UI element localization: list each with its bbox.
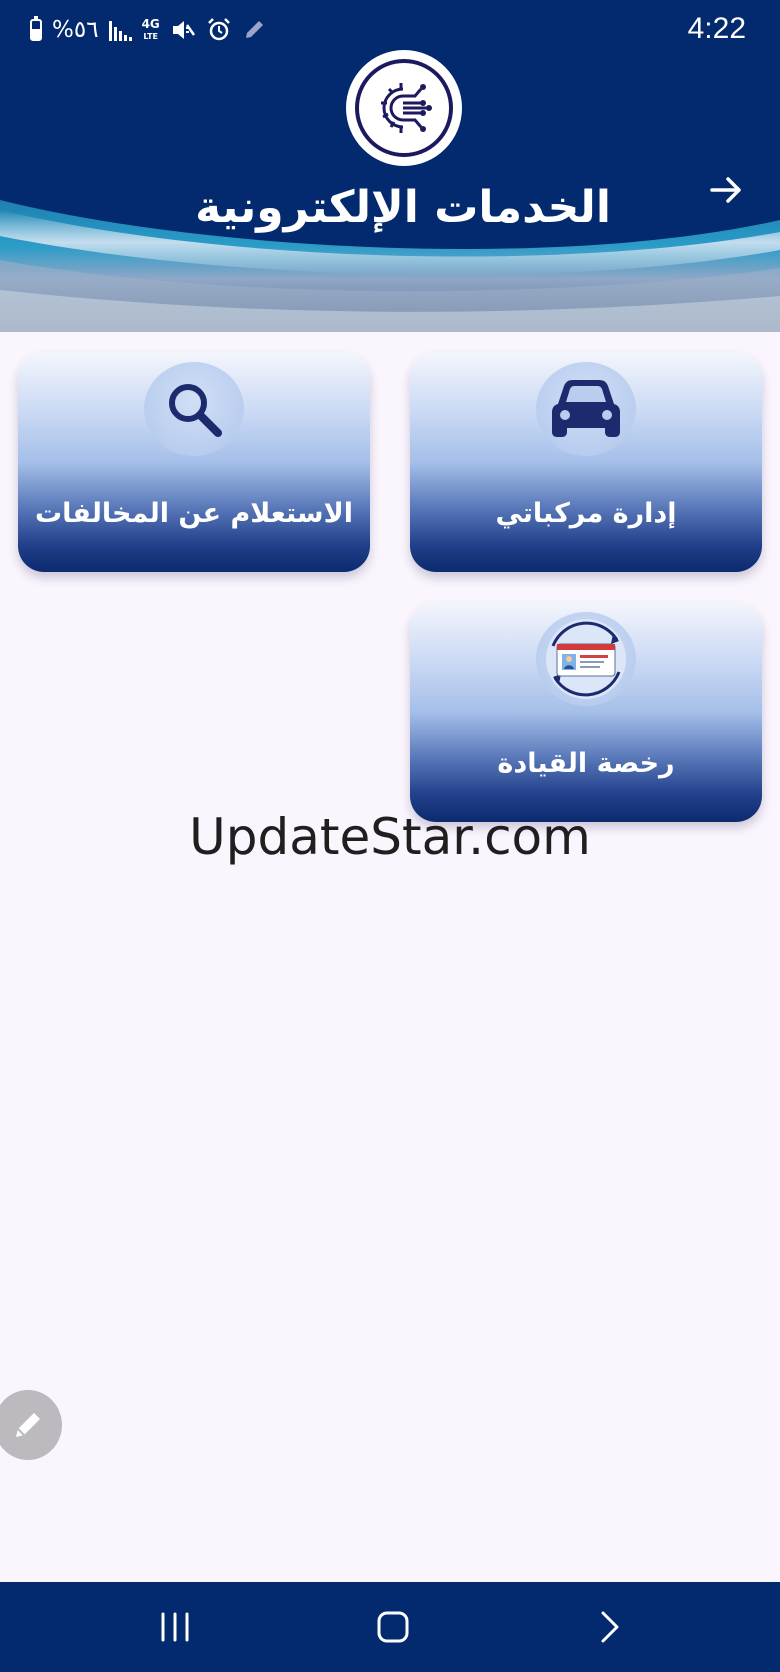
tile-label: الاستعلام عن المخالفات: [35, 498, 353, 529]
tile-icon-bubble: [144, 362, 244, 456]
back-chevron-icon: [601, 1611, 619, 1643]
battery-percent: %٥٦: [52, 17, 99, 43]
mute-icon: [172, 21, 195, 39]
recents-button[interactable]: [115, 1582, 235, 1672]
search-icon: [169, 384, 222, 437]
digital-gear-logo-icon: [381, 83, 432, 133]
arrow-right-icon[interactable]: [706, 170, 746, 210]
status-icons: %٥٦ 4G LTE: [30, 14, 266, 46]
car-icon: [552, 380, 620, 437]
battery-icon: [30, 16, 42, 41]
alarm-icon: [207, 18, 230, 41]
system-navigation-bar: [0, 1582, 780, 1672]
page-title: الخدمات الإلكترونية: [195, 182, 611, 233]
tile-icon-bubble: [536, 362, 636, 456]
header-banner: %٥٦ 4G LTE 4:22 الخدمات الإلكترونية: [0, 0, 780, 332]
app-logo: [346, 50, 462, 166]
tile-violations-inquiry[interactable]: الاستعلام عن المخالفات: [18, 352, 370, 572]
network-sub-label: LTE: [143, 31, 159, 41]
home-icon: [377, 1611, 409, 1643]
floating-edit-button[interactable]: [0, 1390, 62, 1460]
pencil-status-icon: [245, 21, 263, 38]
pencil-icon: [16, 1413, 40, 1437]
tile-my-vehicles[interactable]: إدارة مركباتي: [410, 352, 762, 572]
network-type-icon: 4G LTE: [141, 16, 160, 42]
recents-icon: [161, 1612, 189, 1642]
tile-icon-bubble: [536, 612, 636, 706]
home-button[interactable]: [333, 1582, 453, 1672]
signal-strength-icon: [108, 19, 132, 41]
back-button[interactable]: [550, 1582, 670, 1672]
driving-license-icon: [546, 619, 626, 699]
tile-label: إدارة مركباتي: [495, 498, 677, 529]
network-type-label: 4G: [141, 16, 160, 31]
watermark-text: UpdateStar.com: [189, 808, 591, 866]
logo-ring: [355, 59, 453, 157]
tile-driving-license[interactable]: رخصة القيادة: [410, 602, 762, 822]
status-time: 4:22: [687, 12, 746, 45]
tile-label: رخصة القيادة: [497, 748, 675, 779]
